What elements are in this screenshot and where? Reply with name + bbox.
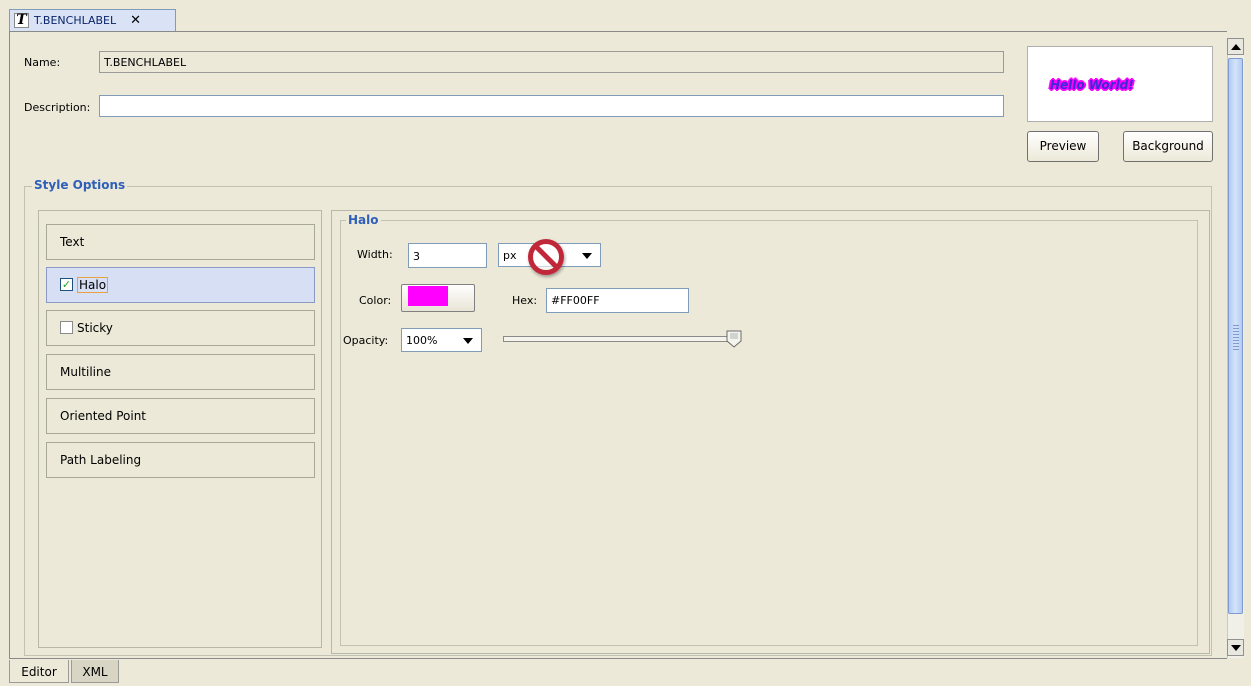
dropdown-arrow-icon [582, 253, 592, 259]
tab-xml[interactable]: XML [71, 660, 119, 683]
tab-editor[interactable]: Editor [9, 660, 69, 683]
list-item-label: Sticky [77, 321, 113, 335]
width-input[interactable]: 3 [408, 243, 487, 268]
list-item-sticky[interactable]: Sticky [46, 310, 315, 346]
name-label: Name: [24, 56, 61, 69]
document-tab[interactable]: T T.BENCHLABEL ✕ [9, 9, 176, 31]
list-item-halo[interactable]: ✓ Halo [46, 267, 315, 303]
document-tab-label: T.BENCHLABEL [34, 14, 117, 27]
checkbox-icon[interactable] [60, 321, 73, 334]
description-label: Description: [24, 101, 91, 114]
dropdown-arrow-icon [463, 338, 473, 344]
close-icon[interactable]: ✕ [130, 13, 141, 28]
no-symbol-icon [528, 239, 564, 275]
opacity-label: Opacity: [343, 334, 389, 347]
slider-thumb-icon[interactable] [725, 330, 743, 348]
checkbox-icon[interactable]: ✓ [60, 278, 73, 291]
background-button[interactable]: Background [1123, 131, 1213, 162]
preview-button[interactable]: Preview [1027, 131, 1099, 162]
style-options-title: Style Options [32, 178, 128, 192]
scrollbar-grip [1233, 325, 1239, 351]
list-item-multiline[interactable]: Multiline [46, 354, 315, 390]
hex-label: Hex: [512, 294, 538, 307]
description-field[interactable] [99, 95, 1004, 117]
list-item-path-labeling[interactable]: Path Labeling [46, 442, 315, 478]
opacity-select-value: 100% [406, 334, 438, 347]
hex-input[interactable]: #FF00FF [546, 288, 689, 313]
list-item-label: Path Labeling [60, 453, 142, 467]
color-swatch [408, 286, 448, 306]
unit-select-value: px [503, 249, 517, 262]
list-item-label: Halo [77, 277, 109, 293]
t-style-icon: T [14, 13, 29, 28]
list-item-label: Multiline [60, 365, 111, 379]
opacity-slider[interactable] [503, 336, 735, 342]
name-field[interactable]: T.BENCHLABEL [99, 51, 1004, 73]
halo-title: Halo [346, 213, 381, 227]
list-item-oriented-point[interactable]: Oriented Point [46, 398, 315, 434]
list-item-label: Text [60, 235, 85, 249]
list-item-text[interactable]: Text [46, 224, 315, 260]
list-item-label: Oriented Point [60, 409, 147, 423]
preview-text: Hello World! [1050, 78, 1134, 92]
color-label: Color: [359, 294, 392, 307]
scroll-up-icon[interactable] [1227, 38, 1244, 55]
scroll-down-icon[interactable] [1227, 639, 1244, 656]
width-label: Width: [357, 248, 393, 261]
opacity-select[interactable]: 100% [401, 328, 482, 352]
